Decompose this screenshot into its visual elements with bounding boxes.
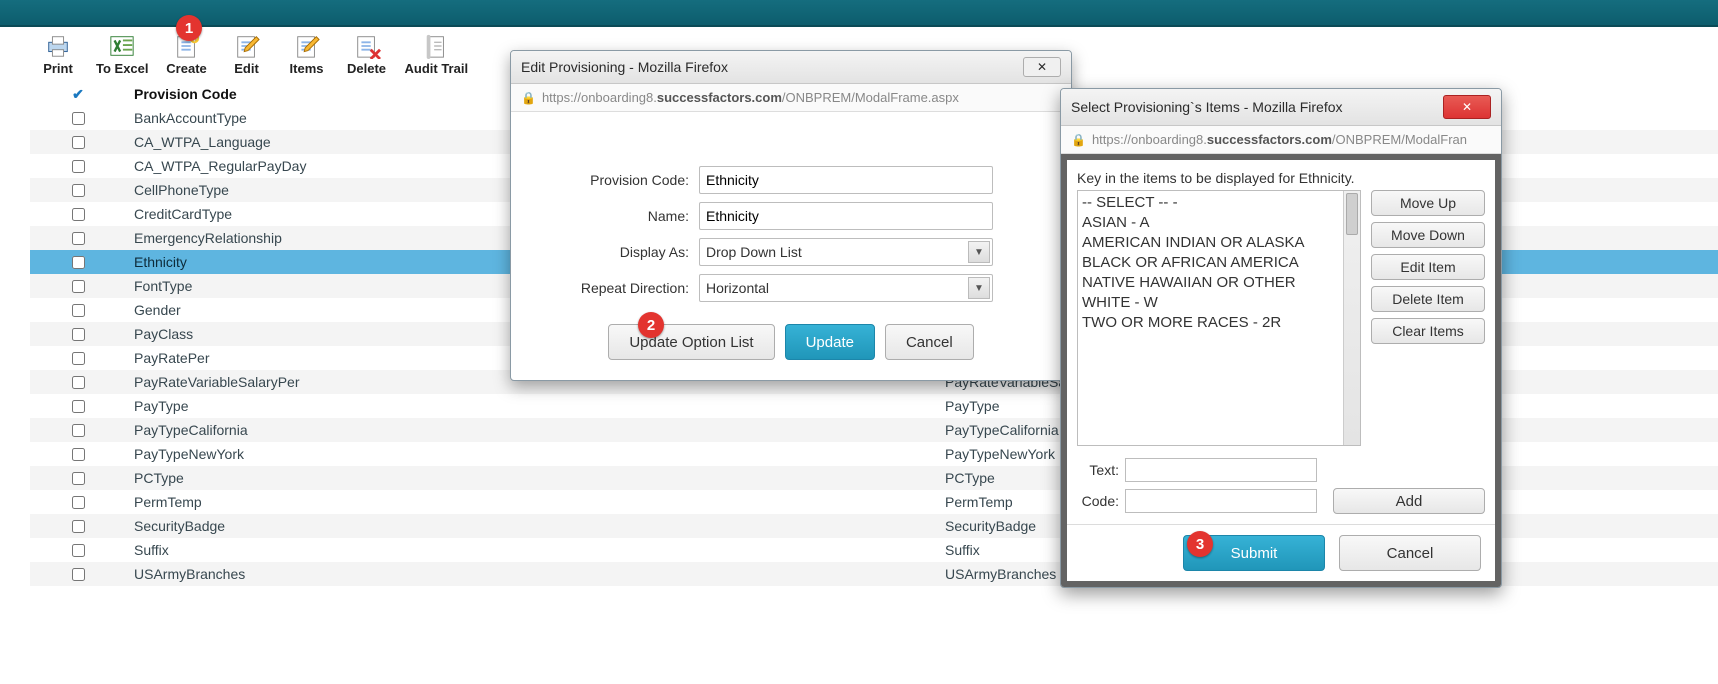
create-label: Create: [166, 61, 206, 76]
delete-item-button[interactable]: Delete Item: [1371, 286, 1485, 312]
edit-dialog-title: Edit Provisioning - Mozilla Firefox: [521, 59, 728, 75]
add-button[interactable]: Add: [1333, 488, 1485, 514]
to-excel-label: To Excel: [96, 61, 149, 76]
select-items-dialog: Select Provisioning`s Items - Mozilla Fi…: [1060, 88, 1502, 588]
list-item[interactable]: ASIAN - A: [1082, 213, 1356, 233]
provision-code-cell: PayTypeCalifornia: [126, 418, 937, 442]
scrollbar[interactable]: [1343, 191, 1360, 445]
clear-items-button[interactable]: Clear Items: [1371, 318, 1485, 344]
to-excel-button[interactable]: To Excel: [90, 33, 155, 76]
row-checkbox[interactable]: [72, 376, 85, 389]
audit-trail-label: Audit Trail: [405, 61, 469, 76]
row-checkbox[interactable]: [72, 496, 85, 509]
items-listbox[interactable]: -- SELECT -- -ASIAN - AAMERICAN INDIAN O…: [1077, 190, 1361, 446]
print-label: Print: [43, 61, 73, 76]
annotation-step-1: 1: [176, 15, 202, 41]
list-item[interactable]: TWO OR MORE RACES - 2R: [1082, 313, 1356, 333]
provision-code-cell: PermTemp: [126, 490, 937, 514]
row-checkbox[interactable]: [72, 400, 85, 413]
provision-code-label: Provision Code:: [539, 172, 699, 188]
lock-icon: 🔒: [521, 91, 536, 105]
row-checkbox[interactable]: [72, 184, 85, 197]
annotation-step-2: 2: [638, 312, 664, 338]
row-checkbox[interactable]: [72, 160, 85, 173]
delete-button[interactable]: Delete: [339, 33, 395, 76]
row-checkbox[interactable]: [72, 424, 85, 437]
close-button[interactable]: ✕: [1443, 95, 1491, 119]
chevron-down-icon: ▼: [968, 241, 990, 263]
row-checkbox[interactable]: [72, 112, 85, 125]
list-item[interactable]: -- SELECT -- -: [1082, 193, 1356, 213]
items-dialog-title: Select Provisioning`s Items - Mozilla Fi…: [1071, 99, 1343, 115]
list-item[interactable]: NATIVE HAWAIIAN OR OTHER: [1082, 273, 1356, 293]
provision-code-input[interactable]: [699, 166, 993, 194]
row-checkbox[interactable]: [72, 256, 85, 269]
row-checkbox[interactable]: [72, 544, 85, 557]
edit-provisioning-dialog: Edit Provisioning - Mozilla Firefox ✕ 🔒 …: [510, 50, 1072, 381]
print-button[interactable]: Print: [30, 33, 86, 76]
row-checkbox[interactable]: [72, 328, 85, 341]
items-label: Items: [290, 61, 324, 76]
repeat-direction-select[interactable]: Horizontal▼: [699, 274, 993, 302]
code-label: Code:: [1077, 493, 1119, 509]
provision-code-cell: USArmyBranches: [126, 562, 937, 586]
edit-button[interactable]: Edit: [219, 33, 275, 76]
name-label: Name:: [539, 208, 699, 224]
cancel-button[interactable]: Cancel: [885, 324, 974, 360]
list-item[interactable]: AMERICAN INDIAN OR ALASKA: [1082, 233, 1356, 253]
row-checkbox[interactable]: [72, 208, 85, 221]
row-checkbox[interactable]: [72, 472, 85, 485]
row-checkbox[interactable]: [72, 136, 85, 149]
row-checkbox[interactable]: [72, 352, 85, 365]
name-input[interactable]: [699, 202, 993, 230]
provision-code-cell: PCType: [126, 466, 937, 490]
update-button[interactable]: Update: [785, 324, 875, 360]
row-checkbox[interactable]: [72, 568, 85, 581]
display-as-label: Display As:: [539, 244, 699, 260]
display-as-select[interactable]: Drop Down List▼: [699, 238, 993, 266]
text-label: Text:: [1077, 462, 1119, 478]
edit-item-button[interactable]: Edit Item: [1371, 254, 1485, 280]
select-column-icon: ✔: [72, 86, 84, 102]
provision-code-cell: SecurityBadge: [126, 514, 937, 538]
items-button[interactable]: Items: [279, 33, 335, 76]
edit-label: Edit: [234, 61, 259, 76]
provision-code-cell: PayTypeNewYork: [126, 442, 937, 466]
move-down-button[interactable]: Move Down: [1371, 222, 1485, 248]
update-option-list-button[interactable]: Update Option List: [608, 324, 774, 360]
cancel-button[interactable]: Cancel: [1339, 535, 1481, 571]
text-input[interactable]: [1125, 458, 1317, 482]
row-checkbox[interactable]: [72, 520, 85, 533]
close-button[interactable]: ✕: [1023, 57, 1061, 77]
row-checkbox[interactable]: [72, 280, 85, 293]
move-up-button[interactable]: Move Up: [1371, 190, 1485, 216]
url-bar: 🔒 https://onboarding8.successfactors.com…: [511, 84, 1071, 112]
row-checkbox[interactable]: [72, 304, 85, 317]
provision-code-cell: Suffix: [126, 538, 937, 562]
items-instruction: Key in the items to be displayed for Eth…: [1077, 170, 1485, 186]
row-checkbox[interactable]: [72, 448, 85, 461]
list-item[interactable]: WHITE - W: [1082, 293, 1356, 313]
lock-icon: 🔒: [1071, 133, 1086, 147]
annotation-step-3: 3: [1187, 531, 1213, 557]
provision-code-cell: PayType: [126, 394, 937, 418]
row-checkbox[interactable]: [72, 232, 85, 245]
list-item[interactable]: BLACK OR AFRICAN AMERICA: [1082, 253, 1356, 273]
repeat-direction-label: Repeat Direction:: [539, 280, 699, 296]
delete-label: Delete: [347, 61, 386, 76]
code-input[interactable]: [1125, 489, 1317, 513]
audit-trail-button[interactable]: Audit Trail: [399, 33, 475, 76]
chevron-down-icon: ▼: [968, 277, 990, 299]
url-bar: 🔒 https://onboarding8.successfactors.com…: [1061, 126, 1501, 154]
